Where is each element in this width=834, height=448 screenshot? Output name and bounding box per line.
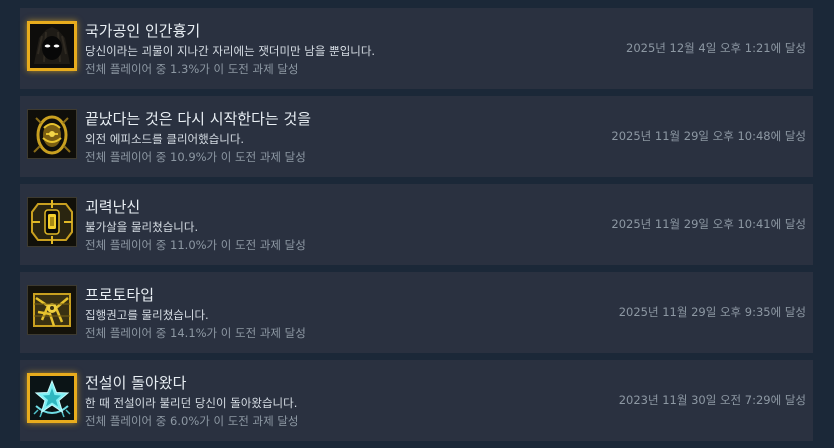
gold-machine-emblem-icon — [27, 285, 77, 335]
achievement-title: 끝났다는 것은 다시 시작한다는 것을 — [85, 110, 312, 128]
achievement-unlock-date: 2025년 12월 4일 오후 1:21에 달성 — [626, 41, 806, 55]
achievement-description: 집행권고를 물리쳤습니다. — [85, 308, 209, 322]
achievement-percent: 전체 플레이어 중 1.3%가 이 도전 과제 달성 — [85, 62, 299, 76]
achievement-row[interactable]: 전설이 돌아왔다 한 때 전설이라 불리던 당신이 돌아왔습니다. 전체 플레이… — [20, 360, 813, 441]
achievement-row[interactable]: 프로토타입 집행권고를 물리쳤습니다. 전체 플레이어 중 14.1%가 이 도… — [20, 272, 813, 353]
gold-chip-emblem-icon — [27, 197, 77, 247]
dark-mask-face-icon — [27, 21, 77, 71]
achievement-title: 괴력난신 — [85, 198, 141, 216]
cyan-star-emblem-icon — [27, 373, 77, 423]
achievement-unlock-date: 2025년 11월 29일 오후 10:41에 달성 — [611, 217, 806, 231]
achievement-row[interactable]: 끝났다는 것은 다시 시작한다는 것을 외전 에피소드를 클리어했습니다. 전체… — [20, 96, 813, 177]
achievement-title: 전설이 돌아왔다 — [85, 374, 187, 392]
achievement-title: 프로토타입 — [85, 286, 155, 304]
achievement-percent: 전체 플레이어 중 11.0%가 이 도전 과제 달성 — [85, 238, 306, 252]
gold-egg-emblem-icon — [27, 109, 77, 159]
achievement-description: 불가살을 물리쳤습니다. — [85, 220, 199, 234]
achievement-description: 당신이라는 괴물이 지나간 자리에는 잿더미만 남을 뿐입니다. — [85, 44, 376, 58]
achievement-percent: 전체 플레이어 중 6.0%가 이 도전 과제 달성 — [85, 414, 299, 428]
achievement-list: 국가공인 인간흉기 당신이라는 괴물이 지나간 자리에는 잿더미만 남을 뿐입니… — [0, 0, 834, 448]
achievement-unlock-date: 2025년 11월 29일 오후 9:35에 달성 — [618, 305, 806, 319]
achievement-percent: 전체 플레이어 중 10.9%가 이 도전 과제 달성 — [85, 150, 306, 164]
achievement-unlock-date: 2025년 11월 29일 오후 10:48에 달성 — [611, 129, 806, 143]
achievement-percent: 전체 플레이어 중 14.1%가 이 도전 과제 달성 — [85, 326, 306, 340]
achievement-row[interactable]: 괴력난신 불가살을 물리쳤습니다. 전체 플레이어 중 11.0%가 이 도전 … — [20, 184, 813, 265]
achievement-description: 외전 에피소드를 클리어했습니다. — [85, 132, 245, 146]
achievement-unlock-date: 2023년 11월 30일 오전 7:29에 달성 — [618, 393, 806, 407]
achievement-title: 국가공인 인간흉기 — [85, 22, 201, 40]
achievement-description: 한 때 전설이라 불리던 당신이 돌아왔습니다. — [85, 396, 298, 410]
achievement-row[interactable]: 국가공인 인간흉기 당신이라는 괴물이 지나간 자리에는 잿더미만 남을 뿐입니… — [20, 8, 813, 89]
